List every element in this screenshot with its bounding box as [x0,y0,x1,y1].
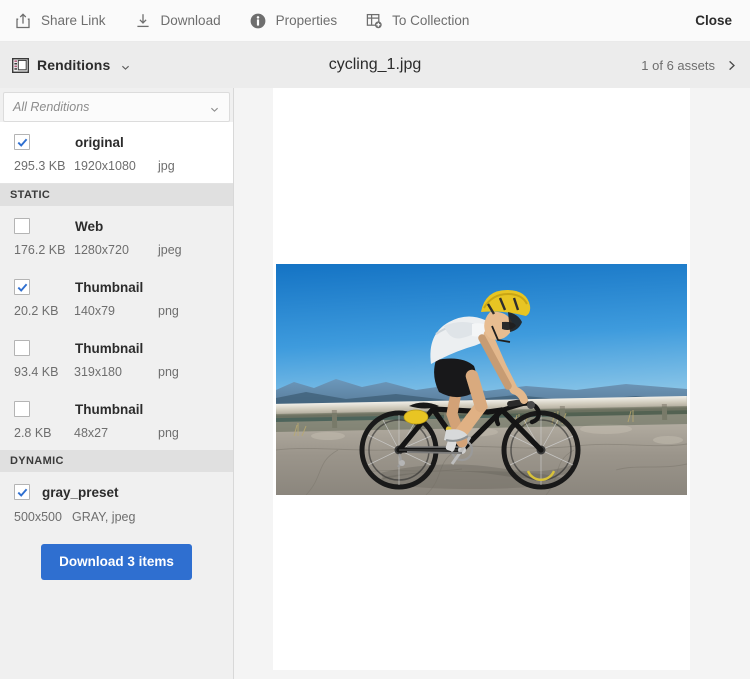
add-to-collection-icon [365,12,383,30]
rendition-checkbox[interactable] [14,340,30,356]
rendition-dimensions: 319x180 [74,365,122,379]
rendition-format: GRAY, jpeg [71,510,136,524]
renditions-panel-icon [11,57,30,73]
to-collection-button[interactable]: To Collection [351,0,483,42]
rendition-size: 93.4 KB [14,365,59,379]
rendition-format: jpg [158,159,175,173]
check-icon [17,283,28,292]
asset-count-label: 1 of 6 assets [641,57,715,73]
rendition-dimensions: 1920x1080 [74,159,136,173]
rendition-meta: 93.4 KB 319x180 png [0,365,233,379]
rendition-name: Thumbnail [75,401,144,417]
rendition-meta: 295.3 KB 1920x1080 jpg [0,159,233,173]
rendition-meta: 500x500 GRAY, jpeg [0,510,233,524]
renditions-filter-select[interactable]: All Renditions [3,92,230,122]
rendition-dimensions: 1280x720 [74,243,129,257]
share-link-button[interactable]: Share Link [0,0,120,42]
rendition-dimensions: 500x500 [14,510,62,524]
renditions-panel-toggle[interactable]: Renditions [0,57,131,73]
rendition-size: 20.2 KB [14,304,59,318]
rendition-size: 295.3 KB [14,159,66,173]
rendition-row-web[interactable]: Web 176.2 KB 1280x720 jpeg [0,206,233,267]
share-link-icon [14,12,32,30]
rendition-checkbox[interactable] [14,134,30,150]
rendition-format: jpeg [158,243,182,257]
cyclist-photo [276,263,687,495]
rendition-header: original [0,134,233,150]
properties-label: Properties [275,12,338,28]
chevron-right-icon[interactable] [725,59,738,72]
rendition-name: Web [75,218,104,234]
asset-preview-image [276,263,687,495]
rendition-size: 2.8 KB [14,426,52,440]
renditions-panel-label: Renditions [37,57,111,73]
close-button[interactable]: Close [681,0,750,42]
rendition-header: gray_preset [0,484,233,500]
rendition-meta: 20.2 KB 140x79 png [0,304,233,318]
download-label: Download [160,12,221,28]
renditions-sidebar: All Renditions original 295.3 KB 1920x10… [0,88,234,679]
download-button[interactable]: Download [120,0,235,42]
asset-preview-sheet [273,88,690,670]
rendition-header: Thumbnail [0,279,233,295]
rendition-name: Thumbnail [75,340,144,356]
renditions-filter-value: All Renditions [13,100,90,114]
rendition-format: png [158,426,179,440]
rendition-checkbox[interactable] [14,279,30,295]
rendition-size: 176.2 KB [14,243,66,257]
properties-button[interactable]: Properties [235,0,352,42]
section-header-static: STATIC [0,184,233,206]
rendition-header: Web [0,218,233,234]
renditions-viewer: Share Link Download Properties To Collec… [0,0,750,679]
rendition-row-gray-preset[interactable]: gray_preset 500x500 GRAY, jpeg [0,472,233,524]
rendition-checkbox[interactable] [14,484,30,500]
chevron-down-icon [209,102,220,113]
rendition-name: Thumbnail [75,279,144,295]
section-header-dynamic: DYNAMIC [0,450,233,472]
rendition-dimensions: 48x27 [74,426,109,440]
download-icon [134,12,152,30]
rendition-meta: 2.8 KB 48x27 png [0,426,233,440]
rendition-row-thumbnail-48[interactable]: Thumbnail 2.8 KB 48x27 png [0,389,233,450]
rendition-checkbox[interactable] [14,218,30,234]
rendition-format: png [158,365,179,379]
to-collection-label: To Collection [392,12,470,28]
rendition-meta: 176.2 KB 1280x720 jpeg [0,243,233,257]
share-link-label: Share Link [41,12,106,28]
rendition-header: Thumbnail [0,401,233,417]
rendition-name: gray_preset [42,484,119,500]
rendition-header: Thumbnail [0,340,233,356]
rendition-checkbox[interactable] [14,401,30,417]
asset-preview-area [234,88,750,679]
check-icon [17,138,28,147]
chevron-down-icon[interactable] [120,60,131,71]
download-action-area: Download 3 items [0,544,233,580]
rendition-row-thumbnail-319[interactable]: Thumbnail 93.4 KB 319x180 png [0,328,233,389]
asset-pager: 1 of 6 assets [641,58,750,73]
info-icon [249,12,267,30]
rendition-dimensions: 140x79 [74,304,116,318]
top-toolbar: Share Link Download Properties To Collec… [0,0,750,42]
asset-subheader: Renditions cycling_1.jpg 1 of 6 assets [0,42,750,88]
rendition-format: png [158,304,179,318]
download-items-button[interactable]: Download 3 items [41,544,192,580]
check-icon [17,488,28,497]
rendition-row-original[interactable]: original 295.3 KB 1920x1080 jpg [0,122,233,184]
rendition-name: original [75,134,124,150]
rendition-row-thumbnail-140[interactable]: Thumbnail 20.2 KB 140x79 png [0,267,233,328]
